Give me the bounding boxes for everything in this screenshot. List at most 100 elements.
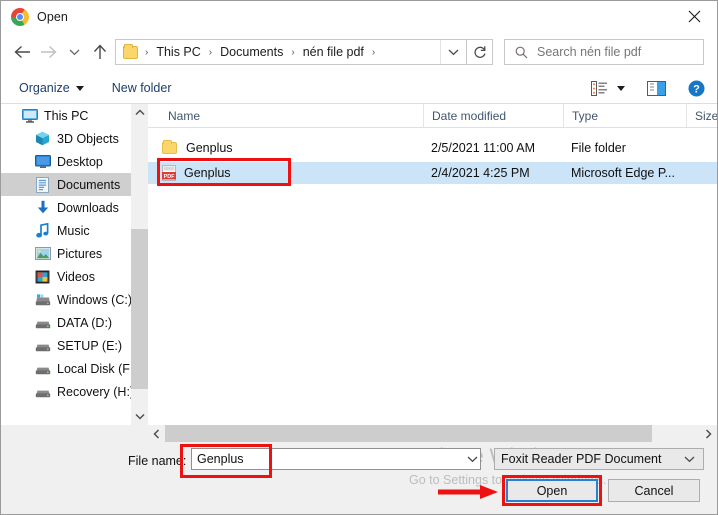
downloads-icon (34, 200, 51, 216)
command-bar-right: ? (591, 80, 705, 97)
dialog-title: Open (37, 10, 68, 24)
sidebar-item-label: This PC (44, 108, 89, 123)
scroll-left-icon[interactable] (148, 425, 165, 442)
breadcrumb-separator: › (208, 46, 213, 58)
back-arrow-icon[interactable] (9, 37, 35, 67)
file-name-cell: Genplus (148, 140, 423, 155)
scroll-down-icon[interactable] (131, 408, 148, 425)
sidebar-item-videos[interactable]: Videos (1, 265, 131, 288)
organize-button[interactable]: Organize (19, 81, 84, 95)
folder-icon (123, 43, 138, 59)
sidebar-item-label: Documents (57, 177, 121, 192)
sidebar-item-music[interactable]: Music (1, 219, 131, 242)
address-bar[interactable]: › This PC › Documents › nén file pdf › (115, 39, 467, 65)
sidebar-item-desktop[interactable]: Desktop (1, 150, 131, 173)
date-modified-cell: 2/4/2021 4:25 PM (431, 166, 530, 180)
sidebar-item-label: SETUP (E:) (57, 338, 123, 353)
os-drive-icon (34, 292, 51, 308)
address-chevron-down-icon[interactable] (440, 40, 466, 64)
title-bar: Open (1, 1, 717, 33)
column-header-type[interactable]: Type (563, 104, 686, 127)
organize-label: Organize (19, 81, 70, 95)
breadcrumb-documents[interactable]: Documents (219, 45, 284, 59)
drive-icon (34, 384, 51, 400)
breadcrumb-nen-file-pdf[interactable]: nén file pdf (302, 45, 365, 59)
breadcrumb-separator: › (145, 46, 149, 58)
column-label: Type (572, 108, 599, 123)
sidebar-item-label: Local Disk (F:) (57, 361, 131, 376)
breadcrumb-separator: › (371, 46, 376, 58)
sidebar-item-this-pc[interactable]: This PC (1, 104, 131, 127)
new-folder-label: New folder (111, 81, 172, 95)
sidebar-item-label: Pictures (57, 246, 103, 261)
type-cell: File folder (571, 141, 626, 155)
sidebar-item-3d-objects[interactable]: 3D Objects (1, 127, 131, 150)
column-headers: Name Date modified Type Size (148, 104, 717, 128)
search-placeholder: Search nén file pdf (537, 45, 642, 59)
scroll-right-icon[interactable] (700, 425, 717, 442)
drive-icon (34, 315, 51, 331)
svg-text:PDF: PDF (164, 174, 175, 180)
scroll-up-icon[interactable] (131, 104, 148, 121)
help-icon[interactable]: ? (688, 80, 705, 97)
sidebar-item-label: Downloads (57, 200, 119, 215)
table-row[interactable]: PDF Genplus 2/4/2021 4:25 PM Microsoft E… (148, 162, 717, 184)
sidebar-item-recovery-h[interactable]: Recovery (H:) (1, 380, 131, 403)
table-row[interactable]: Genplus 2/5/2021 11:00 AM File folder (148, 137, 717, 159)
sidebar-item-label: DATA (D:) (57, 315, 113, 330)
column-header-name[interactable]: Name (148, 104, 423, 127)
file-list-horizontal-scrollbar[interactable] (148, 425, 717, 442)
column-label: Name (168, 108, 201, 123)
sidebar-item-downloads[interactable]: Downloads (1, 196, 131, 219)
column-header-date-modified[interactable]: Date modified (423, 104, 563, 127)
command-bar: Organize New folder ? (1, 73, 717, 104)
sidebar-item-label: Recovery (H:) (57, 384, 131, 399)
sidebar-item-setup-e[interactable]: SETUP (E:) (1, 334, 131, 357)
forward-arrow-icon (35, 37, 61, 67)
file-list[interactable]: Name Date modified Type Size Genplus 2/5… (148, 104, 717, 425)
type-cell: Microsoft Edge P... (571, 166, 675, 180)
column-header-size[interactable]: Size (686, 104, 717, 127)
desktop-icon (34, 154, 51, 170)
chevron-down-icon (684, 456, 695, 463)
nav-pane-corner (1, 425, 148, 442)
search-input[interactable]: Search nén file pdf (504, 39, 704, 65)
sidebar-item-data-d[interactable]: DATA (D:) (1, 311, 131, 334)
navigation-pane[interactable]: This PC 3D Objects Desktop Documents Downloa… (1, 104, 131, 425)
file-name-input[interactable] (191, 448, 481, 470)
view-list-icon[interactable] (591, 80, 608, 96)
scrollbar-thumb[interactable] (131, 229, 148, 389)
open-button-label: Open (536, 483, 568, 498)
file-name-chevron-down-icon[interactable] (463, 448, 481, 470)
sidebar-item-local-disk-f[interactable]: Local Disk (F:) (1, 357, 131, 380)
breadcrumb-this-pc[interactable]: This PC (155, 45, 201, 59)
documents-icon (34, 176, 51, 193)
sidebar-item-label: Music (57, 223, 90, 238)
file-name-label: Genplus (184, 166, 231, 180)
new-folder-button[interactable]: New folder (112, 81, 172, 95)
column-label: Size (695, 108, 717, 123)
sidebar-item-windows-c[interactable]: Windows (C:) (1, 288, 131, 311)
computer-icon (21, 108, 38, 124)
search-icon (515, 46, 528, 58)
cancel-button[interactable]: Cancel (608, 479, 700, 502)
videos-icon (34, 269, 51, 285)
view-chevron-down-icon[interactable] (617, 85, 625, 91)
sidebar-item-label: 3D Objects (57, 131, 119, 146)
3d-objects-icon (34, 131, 51, 147)
sidebar-item-label: Desktop (57, 154, 103, 169)
file-type-dropdown[interactable]: Foxit Reader PDF Document (494, 448, 704, 470)
refresh-icon[interactable] (467, 39, 493, 65)
preview-pane-icon[interactable] (647, 80, 666, 96)
up-arrow-icon[interactable] (87, 37, 113, 67)
close-icon[interactable] (671, 1, 717, 32)
sidebar-item-documents[interactable]: Documents (1, 173, 131, 196)
drive-icon (34, 361, 51, 377)
nav-pane-scrollbar[interactable] (131, 104, 148, 425)
scrollbar-thumb[interactable] (165, 425, 652, 442)
cancel-button-label: Cancel (634, 483, 674, 498)
open-button[interactable]: Open (506, 479, 598, 502)
open-file-dialog: Open › This PC › Documents › nén file pd… (0, 0, 718, 515)
recent-locations-chevron-down-icon[interactable] (61, 37, 87, 67)
sidebar-item-pictures[interactable]: Pictures (1, 242, 131, 265)
